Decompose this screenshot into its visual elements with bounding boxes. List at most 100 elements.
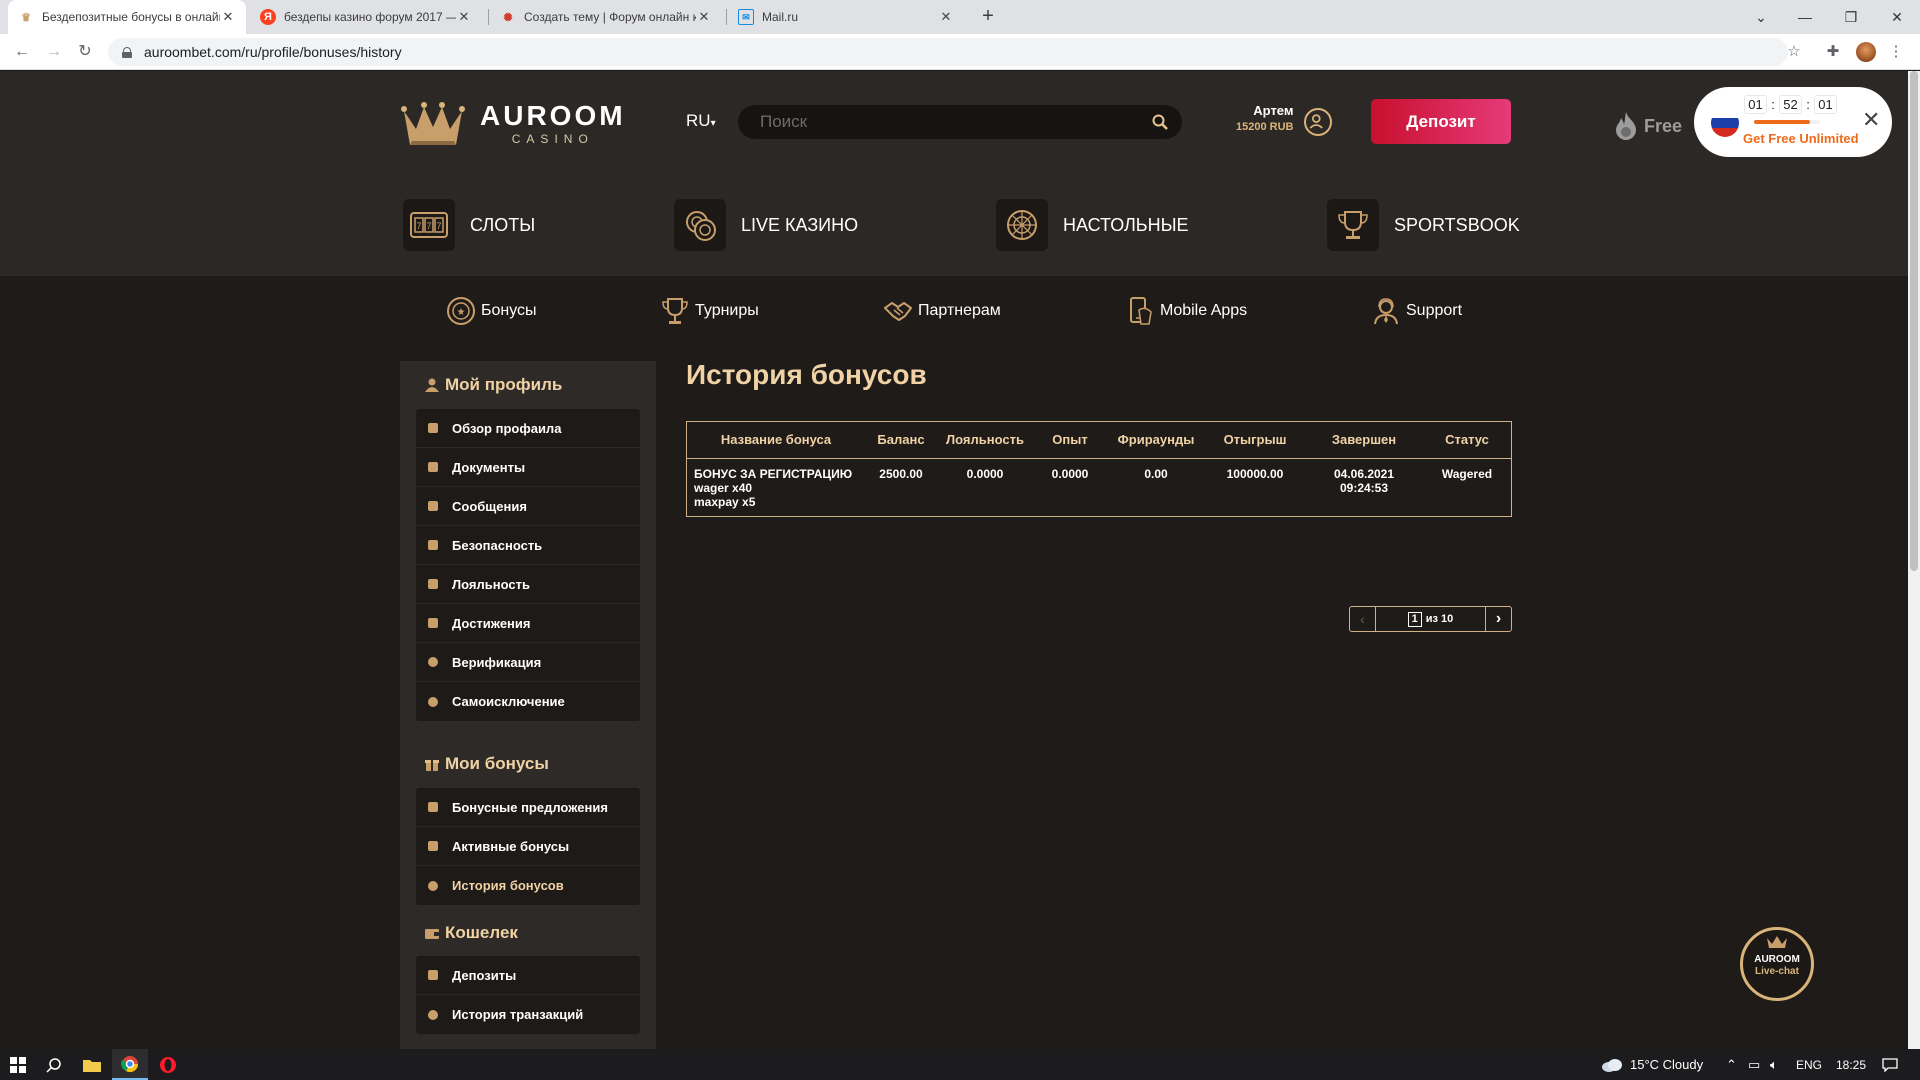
forward-arrow-icon[interactable]: → (43, 41, 65, 63)
browser-menu-icon[interactable]: ⋮ (1886, 42, 1906, 62)
sidebar-item-loyalty[interactable]: Лояльность (416, 565, 640, 604)
user-avatar-icon[interactable] (1304, 108, 1332, 136)
user-name: Артем (1253, 103, 1294, 118)
page-number-input[interactable]: 1 (1407, 611, 1422, 627)
sidebar-item-bonus-history[interactable]: История бонусов (416, 866, 640, 905)
close-tab-icon[interactable]: ✕ (456, 9, 472, 25)
nav-partners[interactable]: Партнерам (883, 296, 1001, 326)
category-slots[interactable]: 777 СЛОТЫ (403, 199, 535, 251)
nav-mobile-apps[interactable]: Mobile Apps (1125, 296, 1247, 326)
reload-icon[interactable]: ↻ (74, 41, 96, 63)
close-icon[interactable]: ✕ (1862, 109, 1880, 131)
sidebar-item-label: Лояльность (452, 576, 530, 592)
back-arrow-icon[interactable]: ← (11, 41, 33, 63)
history-icon (428, 1009, 438, 1020)
search-input[interactable] (760, 112, 1152, 132)
sidebar-item-documents[interactable]: Документы (416, 448, 640, 487)
language-selector[interactable]: RU▾ (686, 111, 716, 131)
browser-tab-2[interactable]: Я бездепы казино форум 2017 — ✕ (250, 0, 482, 34)
completed-cell: 04.06.2021 09:24:53 (1333, 466, 1395, 495)
lock-icon (122, 46, 132, 58)
page-scrollbar[interactable] (1908, 71, 1920, 1049)
loyalty-cell: 0.0000 (966, 466, 1004, 481)
browser-profile-avatar[interactable] (1856, 42, 1876, 62)
category-label: НАСТОЛЬНЫЕ (1063, 214, 1189, 235)
opera-taskbar-icon[interactable] (150, 1049, 186, 1080)
free-promo-link[interactable]: Free (1614, 111, 1682, 141)
sidebar-item-messages[interactable]: Сообщения (416, 487, 640, 526)
notifications-icon[interactable] (1882, 1049, 1898, 1080)
next-page-button[interactable]: › (1485, 607, 1511, 631)
sidebar-item-active-bonuses[interactable]: Активные бонусы (416, 827, 640, 866)
bookmark-star-icon[interactable]: ☆ (1784, 42, 1804, 62)
category-live-casino[interactable]: LIVE КАЗИНО (674, 199, 858, 251)
auroom-favicon-icon: ♛ (21, 11, 31, 24)
url-field[interactable]: auroombet.com/ru/profile/bonuses/history (108, 38, 1788, 66)
sidebar-item-transaction-history[interactable]: История транзакций (416, 995, 640, 1034)
nav-bonuses[interactable]: ★ Бонусы (446, 296, 537, 326)
file-explorer-icon[interactable] (74, 1049, 110, 1080)
timer-separator: : (1806, 97, 1810, 112)
profile-menu: Обзор профаила Документы Сообщения Безоп… (416, 409, 640, 721)
flame-icon (1616, 112, 1636, 140)
section-title-bonuses: Мои бонусы (425, 754, 549, 774)
clock-time[interactable]: 18:25 (1836, 1049, 1866, 1080)
sidebar-item-label: Активные бонусы (452, 838, 570, 854)
sidebar-item-achievements[interactable]: Достижения (416, 604, 640, 643)
sidebar-item-label: История бонусов (452, 878, 564, 893)
tray-chevron-up-icon[interactable]: ⌃ (1726, 1049, 1737, 1080)
browser-tab-3[interactable]: ✺ Создать тему | Форум онлайн к ✕ (490, 0, 722, 34)
profile-sidebar: Мой профиль Обзор профаила Документы Соо… (400, 361, 656, 1049)
free-label: Free (1644, 115, 1683, 136)
input-language[interactable]: ENG (1796, 1049, 1822, 1080)
scrollbar-thumb[interactable] (1910, 71, 1918, 571)
close-tab-icon[interactable]: ✕ (696, 9, 712, 25)
close-window-button[interactable]: ✕ (1874, 0, 1920, 34)
weather-widget[interactable]: 15°C Cloudy (1600, 1049, 1703, 1080)
extensions-puzzle-icon[interactable]: ✚ (1823, 42, 1843, 62)
network-icon[interactable]: ▭ (1748, 1049, 1760, 1080)
search-icon[interactable] (1152, 114, 1168, 130)
sidebar-item-bonus-offers[interactable]: Бонусные предложения (416, 788, 640, 827)
sidebar-item-label: Бонусные предложения (452, 799, 608, 815)
deposit-icon (428, 970, 438, 980)
nav-support[interactable]: Support (1371, 296, 1462, 326)
new-tab-button[interactable]: + (976, 5, 1000, 29)
sidebar-item-security[interactable]: Безопасность (416, 526, 640, 565)
user-info[interactable]: Артем 15200 RUB (1236, 103, 1293, 133)
history-icon (428, 880, 438, 891)
promo-timer: 01 : 52 : 01 (1744, 95, 1837, 114)
category-table-games[interactable]: НАСТОЛЬНЫЕ (996, 199, 1189, 251)
weather-text: 15°C Cloudy (1630, 1057, 1704, 1072)
prev-page-button[interactable]: ‹ (1350, 607, 1376, 631)
close-tab-icon[interactable]: ✕ (938, 9, 954, 25)
taskbar-search-icon[interactable] (36, 1049, 72, 1080)
sidebar-item-profile-overview[interactable]: Обзор профаила (416, 409, 640, 448)
sidebar-item-deposits[interactable]: Депозиты (416, 956, 640, 995)
auroom-logo[interactable]: AUROOM CASINO (400, 97, 626, 149)
language-code: RU (686, 111, 711, 130)
browser-tab-4[interactable]: ✉ Mail.ru ✕ (728, 0, 964, 34)
sidebar-item-verification[interactable]: Верификация (416, 643, 640, 682)
tab-separator (726, 9, 727, 25)
browser-tab-1[interactable]: ♛ Бездепозитные бонусы в онлайн ✕ (8, 0, 246, 34)
sidebar-item-self-exclusion[interactable]: Самоисключение (416, 682, 640, 721)
category-sportsbook[interactable]: SPORTSBOOK (1327, 199, 1520, 251)
freerounds-cell: 0.00 (1144, 466, 1168, 481)
chrome-taskbar-icon[interactable] (112, 1049, 148, 1080)
volume-icon[interactable]: 🔈︎ (1770, 1049, 1778, 1080)
close-tab-icon[interactable]: ✕ (220, 9, 236, 25)
minimize-button[interactable]: — (1782, 0, 1828, 34)
tab-search-icon[interactable]: ⌄ (1738, 0, 1784, 34)
windows-start-icon[interactable] (0, 1049, 36, 1080)
free-unlimited-promo[interactable]: 01 : 52 : 01 Get Free Unlimited ✕ (1694, 87, 1892, 157)
nav-label: Партнерам (918, 302, 1001, 319)
nav-tournaments[interactable]: Турниры (660, 296, 759, 326)
cup-icon (662, 298, 688, 324)
bonus-history-table: Название бонуса Баланс Лояльность Опыт Ф… (686, 421, 1512, 517)
maximize-button[interactable]: ❐ (1828, 0, 1874, 34)
browser-tab-bar: ♛ Бездепозитные бонусы в онлайн ✕ Я безд… (0, 0, 1920, 34)
deposit-button[interactable]: Депозит (1371, 99, 1511, 144)
handshake-icon (884, 302, 912, 321)
live-chat-button[interactable]: AUROOM Live-chat (1740, 927, 1814, 1001)
